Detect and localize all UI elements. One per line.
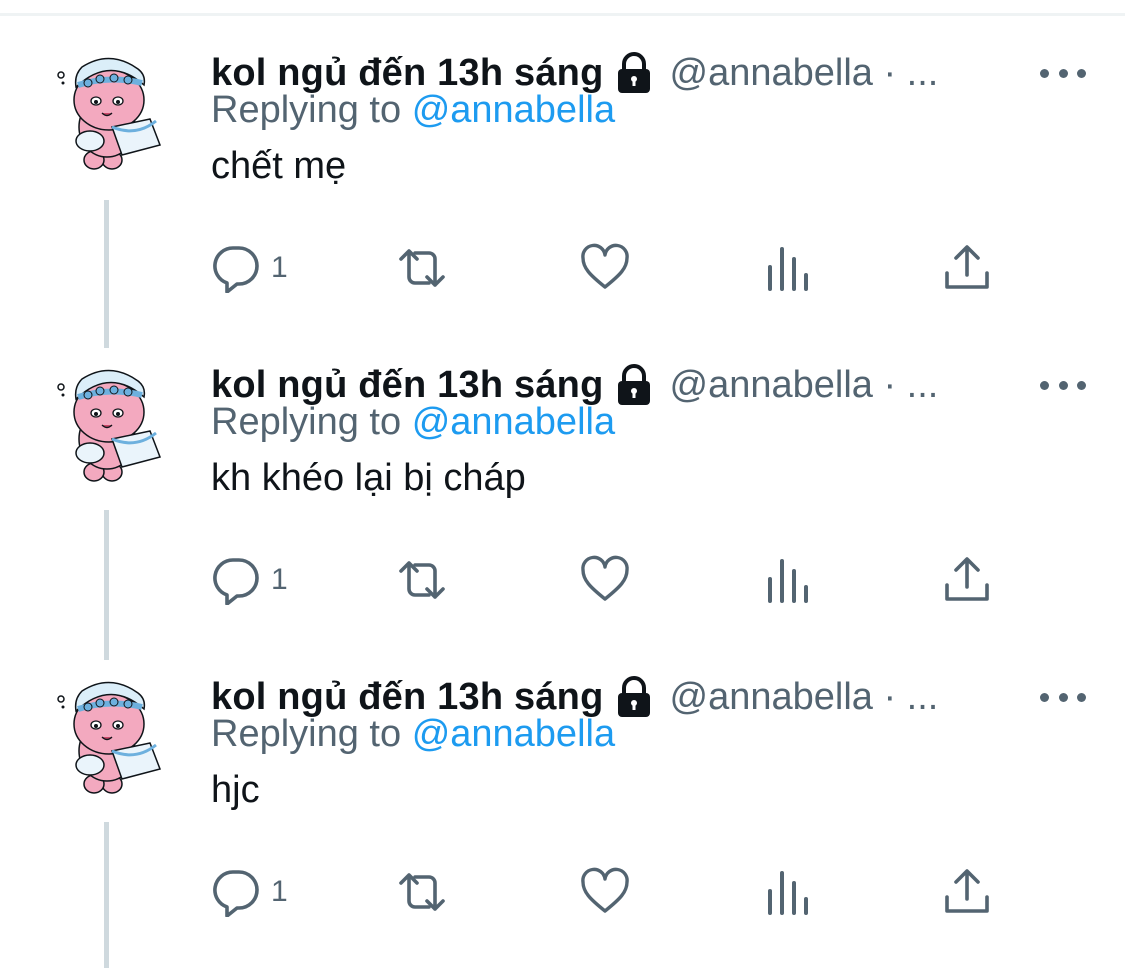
like-button[interactable]	[580, 233, 630, 303]
replying-to: Replying to @annabella	[211, 89, 615, 132]
analytics-button[interactable]	[763, 545, 813, 615]
share-button[interactable]	[942, 857, 992, 927]
tweet-text: hjc	[211, 769, 260, 811]
like-icon	[581, 243, 629, 289]
lock-icon	[612, 51, 656, 95]
mention-link[interactable]: @annabella	[412, 713, 615, 755]
reply-button[interactable]: 1	[211, 233, 288, 303]
analytics-button[interactable]	[763, 857, 813, 927]
retweet-icon	[399, 873, 445, 911]
tweet-text: kh khéo lại bị cháp	[211, 457, 526, 499]
share-button[interactable]	[942, 545, 992, 615]
share-icon	[945, 557, 989, 601]
action-bar: 1	[211, 857, 1001, 927]
like-button[interactable]	[580, 545, 630, 615]
avatar[interactable]	[52, 669, 167, 799]
replying-to-label: Replying to	[211, 89, 402, 131]
more-icon[interactable]	[1040, 675, 1086, 719]
retweet-button[interactable]	[394, 857, 450, 927]
retweet-button[interactable]	[394, 233, 450, 303]
analytics-icon	[768, 559, 808, 603]
tweet[interactable]: kol ngủ đến 13h sáng @annabella · ... Re…	[0, 357, 1125, 669]
reply-button[interactable]: 1	[211, 545, 288, 615]
avatar[interactable]	[52, 357, 167, 487]
share-icon	[945, 245, 989, 289]
reply-icon	[213, 558, 259, 605]
share-button[interactable]	[942, 233, 992, 303]
action-bar: 1	[211, 545, 1001, 615]
like-icon	[581, 555, 629, 601]
replying-to-label: Replying to	[211, 401, 402, 443]
tweet-text: chết mẹ	[211, 145, 347, 187]
replying-to: Replying to @annabella	[211, 713, 615, 756]
mention-link[interactable]: @annabella	[412, 401, 615, 443]
avatar[interactable]	[52, 45, 167, 175]
analytics-icon	[768, 871, 808, 915]
lock-icon	[612, 675, 656, 719]
reply-icon	[213, 246, 259, 293]
tweet[interactable]: kol ngủ đến 13h sáng @annabella · ... Re…	[0, 669, 1125, 968]
retweet-icon	[399, 249, 445, 287]
top-divider	[0, 13, 1125, 16]
handle-and-time[interactable]: @annabella · ...	[670, 52, 939, 95]
more-icon[interactable]	[1040, 363, 1086, 407]
replying-to-label: Replying to	[211, 713, 402, 755]
reply-count: 1	[271, 563, 288, 596]
retweet-button[interactable]	[394, 545, 450, 615]
action-bar: 1	[211, 233, 1001, 303]
reply-button[interactable]: 1	[211, 857, 288, 927]
share-icon	[945, 869, 989, 913]
analytics-icon	[768, 247, 808, 291]
mention-link[interactable]: @annabella	[412, 89, 615, 131]
reply-icon	[213, 870, 259, 917]
replying-to: Replying to @annabella	[211, 401, 615, 444]
tweet[interactable]: kol ngủ đến 13h sáng @annabella · ... Re…	[0, 45, 1125, 357]
like-button[interactable]	[580, 857, 630, 927]
handle-and-time[interactable]: @annabella · ...	[670, 364, 939, 407]
lock-icon	[612, 363, 656, 407]
more-icon[interactable]	[1040, 51, 1086, 95]
retweet-icon	[399, 561, 445, 599]
handle-and-time[interactable]: @annabella · ...	[670, 676, 939, 719]
reply-count: 1	[271, 875, 288, 908]
reply-count: 1	[271, 251, 288, 284]
like-icon	[581, 867, 629, 913]
analytics-button[interactable]	[763, 233, 813, 303]
